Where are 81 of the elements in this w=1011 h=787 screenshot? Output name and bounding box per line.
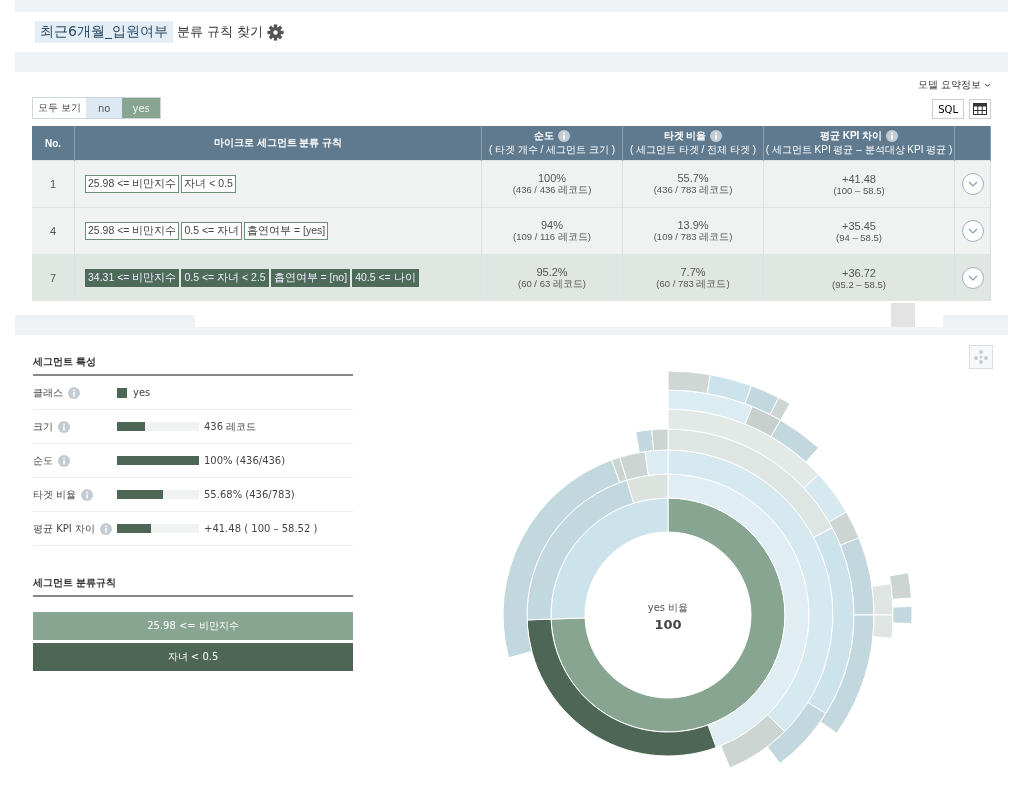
column-subtitle: ( 세그먼트 타겟 / 전체 타겟 ) [628,143,758,157]
model-summary-link[interactable]: 모델 요약정보 [917,78,991,92]
metric-value: 95.2% [535,265,569,278]
table-row[interactable]: 4 25.98 <= 비만지수 0.5 <= 자녀 흡연여부 = [yes] 94% (109 / 116 레코드) 13.9% (109 / 783 레코드) +35.45 (94 – 58.5) [32,207,991,255]
column-subtitle: ( 타겟 개수 / 세그먼트 크기 ) [487,143,617,157]
sql-button[interactable]: SQL [932,99,964,119]
trait-value: yes [133,387,151,398]
metric-value: 55.7% [676,171,710,184]
rule-tag: 25.98 <= 비만지수 [85,222,180,240]
metric-detail: (436 / 783 레코드) [652,183,734,197]
metric-value: 7.7% [679,265,707,278]
center-value: 100 [654,617,682,632]
column-header: 마이크로 세그먼트 분류 규칙 [213,136,343,150]
trait-value: +41.48 ( 100 – 58.52 ) [204,523,318,534]
trait-label: 크기 [33,419,53,434]
expand-button[interactable] [961,220,984,242]
metric-detail: (94 – 58.5) [835,231,883,243]
trait-label: 클래스 [33,385,63,400]
rule-tag: 0.5 <= 자녀 < 2.5 [181,269,269,287]
info-icon [58,420,70,433]
rule-tag: 흡연여부 = [no] [270,269,351,287]
info-icon [710,130,723,142]
trait-value: 55.68% (436/783) [204,489,295,500]
rule-tag: 34.31 <= 비만지수 [85,269,180,287]
column-header: No. [44,137,62,149]
metric-detail: (95.2 – 58.5) [831,278,887,290]
rule-tag: 흡연여부 = [yes] [244,222,329,240]
chevron-down-icon [967,181,978,187]
caret-icon [984,83,991,88]
info-icon [886,130,899,142]
column-header: 순도 [534,129,570,143]
metric-detail: (109 / 783 레코드) [652,230,734,244]
metric-value: 94% [540,218,564,231]
section-title: 세그먼트 특성 [33,355,353,376]
row-number: 4 [49,225,57,237]
metric-detail: (60 / 63 레코드) [517,277,587,291]
metric-value: +41.48 [841,172,877,185]
info-icon [58,454,70,467]
network-view-button[interactable] [969,345,993,369]
info-icon [68,386,80,399]
network-icon [973,349,989,365]
filter-option[interactable]: no [86,98,123,118]
trait-value: 436 레코드 [204,419,257,434]
table-row[interactable]: 7 34.31 <= 비만지수 0.5 <= 자녀 < 2.5 흡연여부 = [no] 40.5 <= 나이 95.2% (60 / 63 레코드) 7.7% (60 / 783 레코드) +36.72 (95.2 – 58.5) [32,254,991,301]
section-title: 세그먼트 분류규칙 [33,576,353,597]
center-label: yes 비율 [647,602,689,613]
metric-value: +35.45 [841,219,877,232]
metric-detail: (436 / 436 레코드) [511,183,593,197]
info-icon [81,488,94,501]
metric-detail: (60 / 783 레코드) [655,277,731,291]
page-title: 분류 규칙 찾기 [176,23,264,41]
row-number: 1 [49,178,57,190]
column-header: 평균 KPI 차이 [819,129,899,143]
dataset-tag: 최근6개월_입원여부 [35,21,173,43]
table-view-button[interactable] [969,99,991,119]
metric-detail: (109 / 116 레코드) [512,230,592,244]
metric-value: 100% [536,171,568,184]
trait-label: 순도 [33,453,53,468]
rule-button[interactable]: 자녀 < 0.5 [33,643,353,671]
rule-tag: 자녀 < 0.5 [181,175,236,193]
expand-button[interactable] [961,267,984,289]
info-icon [99,522,112,535]
info-icon [558,130,570,142]
rule-tag: 0.5 <= 자녀 [181,222,243,240]
chevron-down-icon [967,228,978,234]
chevron-down-icon [967,275,978,281]
horizontal-scrollbar[interactable] [195,303,943,327]
column-header: 타겟 비율 [663,129,723,143]
table-row[interactable]: 1 25.98 <= 비만지수 자녀 < 0.5 100% (436 / 436 레코드) 55.7% (436 / 783 레코드) +41.48 (100 – 58.5) [32,160,991,208]
column-subtitle: ( 세그먼트 KPI 평균 – 분석대상 KPI 평균 ) [764,143,954,157]
row-number: 7 [49,272,57,284]
trait-value: 100% (436/436) [204,455,286,466]
trait-label: 타겟 비율 [33,487,77,502]
trait-label: 평균 KPI 차이 [33,521,95,536]
metric-value: 13.9% [676,218,710,231]
settings-icon[interactable] [267,23,285,41]
rule-tag: 25.98 <= 비만지수 [85,175,180,193]
metric-value: +36.72 [841,266,877,279]
expand-button[interactable] [961,173,984,195]
rule-tag: 40.5 <= 나이 [352,269,419,287]
metric-detail: (100 – 58.5) [832,184,886,196]
